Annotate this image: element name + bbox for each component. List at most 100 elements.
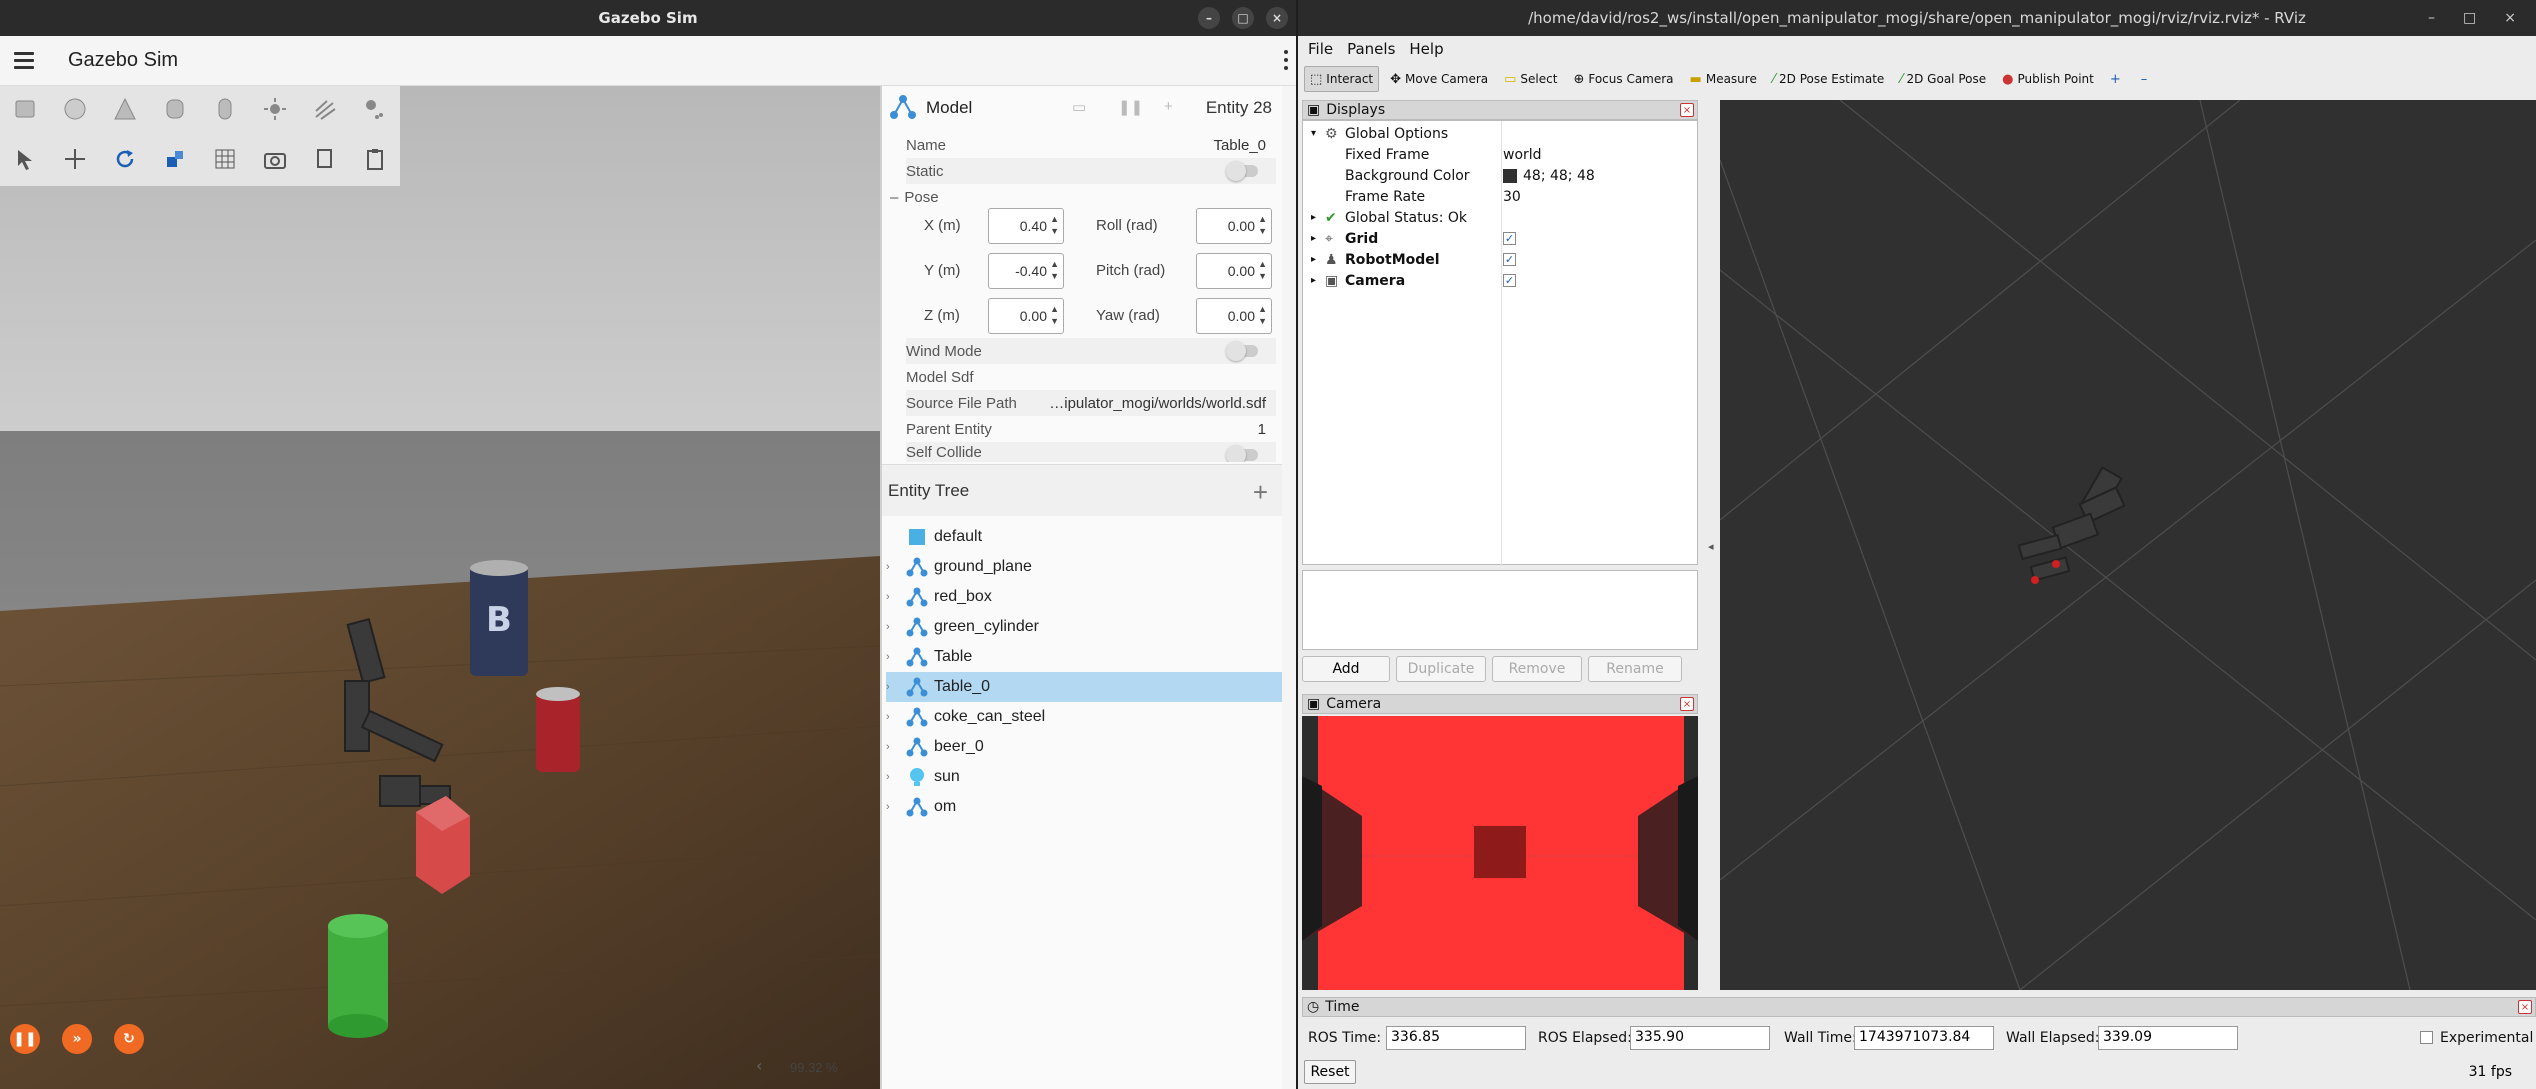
- camera-display-row[interactable]: ▸ ▣ Camera ✓: [1303, 270, 1699, 291]
- close-camera-panel-icon[interactable]: ×: [1680, 697, 1694, 711]
- remove-tool-button[interactable]: –: [2136, 66, 2157, 92]
- hamburger-menu-icon[interactable]: [14, 52, 34, 69]
- close-icon[interactable]: ×: [2504, 10, 2516, 26]
- ros-elapsed-field[interactable]: 335.90: [1630, 1026, 1770, 1050]
- camera-checkbox[interactable]: ✓: [1503, 274, 1516, 287]
- tree-item-om[interactable]: › om: [886, 792, 1282, 822]
- reset-simulation-button[interactable]: ↻: [114, 1024, 144, 1054]
- global-status-row[interactable]: ▸ ✔ Global Status: Ok: [1303, 207, 1699, 228]
- add-component-icon[interactable]: +: [1164, 98, 1173, 115]
- grid-display-row[interactable]: ▸ ⌖ Grid ✓: [1303, 228, 1699, 249]
- expand-arrow-icon[interactable]: ›: [886, 801, 900, 813]
- global-options-row[interactable]: ▾ ⚙ Global Options: [1303, 123, 1699, 144]
- rviz-3d-view[interactable]: [1720, 100, 2536, 990]
- expand-arrow-icon[interactable]: ›: [886, 651, 900, 663]
- expand-arrow-icon[interactable]: ›: [886, 561, 900, 573]
- maximize-icon[interactable]: □: [1232, 7, 1254, 29]
- measure-tool[interactable]: ▬ Measure: [1685, 66, 1762, 92]
- wind-toggle[interactable]: [1226, 341, 1258, 361]
- expand-arrow-icon[interactable]: ›: [886, 741, 900, 753]
- tree-item-table-0[interactable]: › Table_0: [886, 672, 1282, 702]
- copy-icon[interactable]: [308, 142, 342, 176]
- remove-button[interactable]: Remove: [1492, 656, 1582, 682]
- maximize-icon[interactable]: □: [2463, 10, 2476, 26]
- ros-time-field[interactable]: 336.85: [1386, 1026, 1526, 1050]
- goal-pose-tool[interactable]: ⁄ 2D Goal Pose: [1895, 66, 1991, 92]
- rotate-icon[interactable]: [108, 142, 142, 176]
- tree-item-default[interactable]: default: [886, 522, 1282, 552]
- cylinder-icon[interactable]: [158, 92, 192, 126]
- pose-estimate-tool[interactable]: ⁄ 2D Pose Estimate: [1768, 66, 1889, 92]
- add-entity-icon[interactable]: +: [1253, 477, 1268, 508]
- select-tool[interactable]: ▭ Select: [1499, 66, 1562, 92]
- sphere-icon[interactable]: [58, 92, 92, 126]
- wall-elapsed-field[interactable]: 339.09: [2098, 1026, 2238, 1050]
- rename-button[interactable]: Rename: [1588, 656, 1682, 682]
- menu-panels[interactable]: Panels: [1347, 40, 1395, 58]
- pause-button[interactable]: ❚❚: [10, 1024, 40, 1054]
- robot-model-row[interactable]: ▸ ♟ RobotModel ✓: [1303, 249, 1699, 270]
- static-toggle[interactable]: [1226, 161, 1258, 181]
- pose-row[interactable]: – Pose: [890, 184, 1260, 210]
- lock-icon[interactable]: ▭: [1072, 98, 1086, 116]
- translate-icon[interactable]: [58, 142, 92, 176]
- step-forward-button[interactable]: »: [62, 1024, 92, 1054]
- paste-icon[interactable]: [358, 142, 392, 176]
- expand-arrow-icon[interactable]: ›: [886, 771, 900, 783]
- experimental-checkbox[interactable]: [2420, 1031, 2433, 1044]
- minimize-icon[interactable]: –: [1198, 7, 1220, 29]
- frame-rate-row[interactable]: Frame Rate 30: [1303, 186, 1699, 207]
- expand-arrow-icon[interactable]: ›: [886, 711, 900, 723]
- close-panel-icon[interactable]: ×: [1680, 103, 1694, 117]
- box-icon[interactable]: [8, 92, 42, 126]
- expand-arrow-icon[interactable]: ›: [886, 681, 900, 693]
- tree-item-green-cylinder[interactable]: › green_cylinder: [886, 612, 1282, 642]
- wall-time-field[interactable]: 1743971073.84: [1854, 1026, 1994, 1050]
- focus-camera-tool[interactable]: ⊕ Focus Camera: [1568, 66, 1678, 92]
- cone-icon[interactable]: [108, 92, 142, 126]
- tree-item-red-box[interactable]: › red_box: [886, 582, 1282, 612]
- select-arrow-icon[interactable]: [8, 142, 42, 176]
- publish-point-tool[interactable]: ● Publish Point: [1997, 66, 2099, 92]
- expand-arrow-icon[interactable]: ›: [886, 621, 900, 633]
- roll-spinbox[interactable]: 0.00 ▲ ▼: [1196, 208, 1272, 244]
- reset-button[interactable]: Reset: [1304, 1060, 1356, 1084]
- directional-light-icon[interactable]: [308, 92, 342, 126]
- collide-toggle[interactable]: [1226, 445, 1258, 462]
- close-icon[interactable]: ×: [1266, 7, 1288, 29]
- move-camera-tool[interactable]: ✥ Move Camera: [1385, 66, 1493, 92]
- interact-tool[interactable]: ⬚ Interact: [1304, 66, 1380, 92]
- screenshot-camera-icon[interactable]: [258, 142, 292, 176]
- fixed-frame-row[interactable]: Fixed Frame world: [1303, 144, 1699, 165]
- x-spinbox[interactable]: 0.40 ▲ ▼: [988, 208, 1064, 244]
- pitch-spinbox[interactable]: 0.00 ▲ ▼: [1196, 253, 1272, 289]
- collapse-left-icon[interactable]: ◂: [1708, 540, 1714, 553]
- z-spinbox[interactable]: 0.00 ▲ ▼: [988, 298, 1064, 334]
- capsule-icon[interactable]: [208, 92, 242, 126]
- expand-arrow-icon[interactable]: ›: [886, 591, 900, 603]
- spot-light-icon[interactable]: [358, 92, 392, 126]
- add-button[interactable]: Add: [1302, 656, 1390, 682]
- tree-item-beer-0[interactable]: › beer_0: [886, 732, 1282, 762]
- grid-checkbox[interactable]: ✓: [1503, 232, 1516, 245]
- grid-icon[interactable]: [208, 142, 242, 176]
- chevron-left-icon[interactable]: ‹: [756, 1056, 762, 1075]
- yaw-spinbox[interactable]: 0.00 ▲ ▼: [1196, 298, 1272, 334]
- background-color-row[interactable]: Background Color 48; 48; 48: [1303, 165, 1699, 186]
- transform-control-icon[interactable]: [158, 142, 192, 176]
- add-tool-button[interactable]: +: [2105, 66, 2130, 92]
- more-options-icon[interactable]: [1284, 50, 1288, 70]
- minimize-icon[interactable]: –: [2428, 10, 2435, 26]
- tree-item-sun[interactable]: › sun: [886, 762, 1282, 792]
- duplicate-button[interactable]: Duplicate: [1396, 656, 1486, 682]
- 3d-viewport[interactable]: B ❚❚ » ↻ ‹ 99.32 %: [0, 86, 880, 1089]
- menu-help[interactable]: Help: [1409, 40, 1443, 58]
- pause-updates-icon[interactable]: ❚❚: [1118, 98, 1143, 116]
- sun-light-icon[interactable]: [258, 92, 292, 126]
- y-spinbox[interactable]: -0.40 ▲ ▼: [988, 253, 1064, 289]
- tree-item-coke-can-steel[interactable]: › coke_can_steel: [886, 702, 1282, 732]
- close-time-panel-icon[interactable]: ×: [2518, 1000, 2532, 1014]
- tree-item-ground-plane[interactable]: › ground_plane: [886, 552, 1282, 582]
- robot-model-checkbox[interactable]: ✓: [1503, 253, 1516, 266]
- menu-file[interactable]: File: [1308, 40, 1333, 58]
